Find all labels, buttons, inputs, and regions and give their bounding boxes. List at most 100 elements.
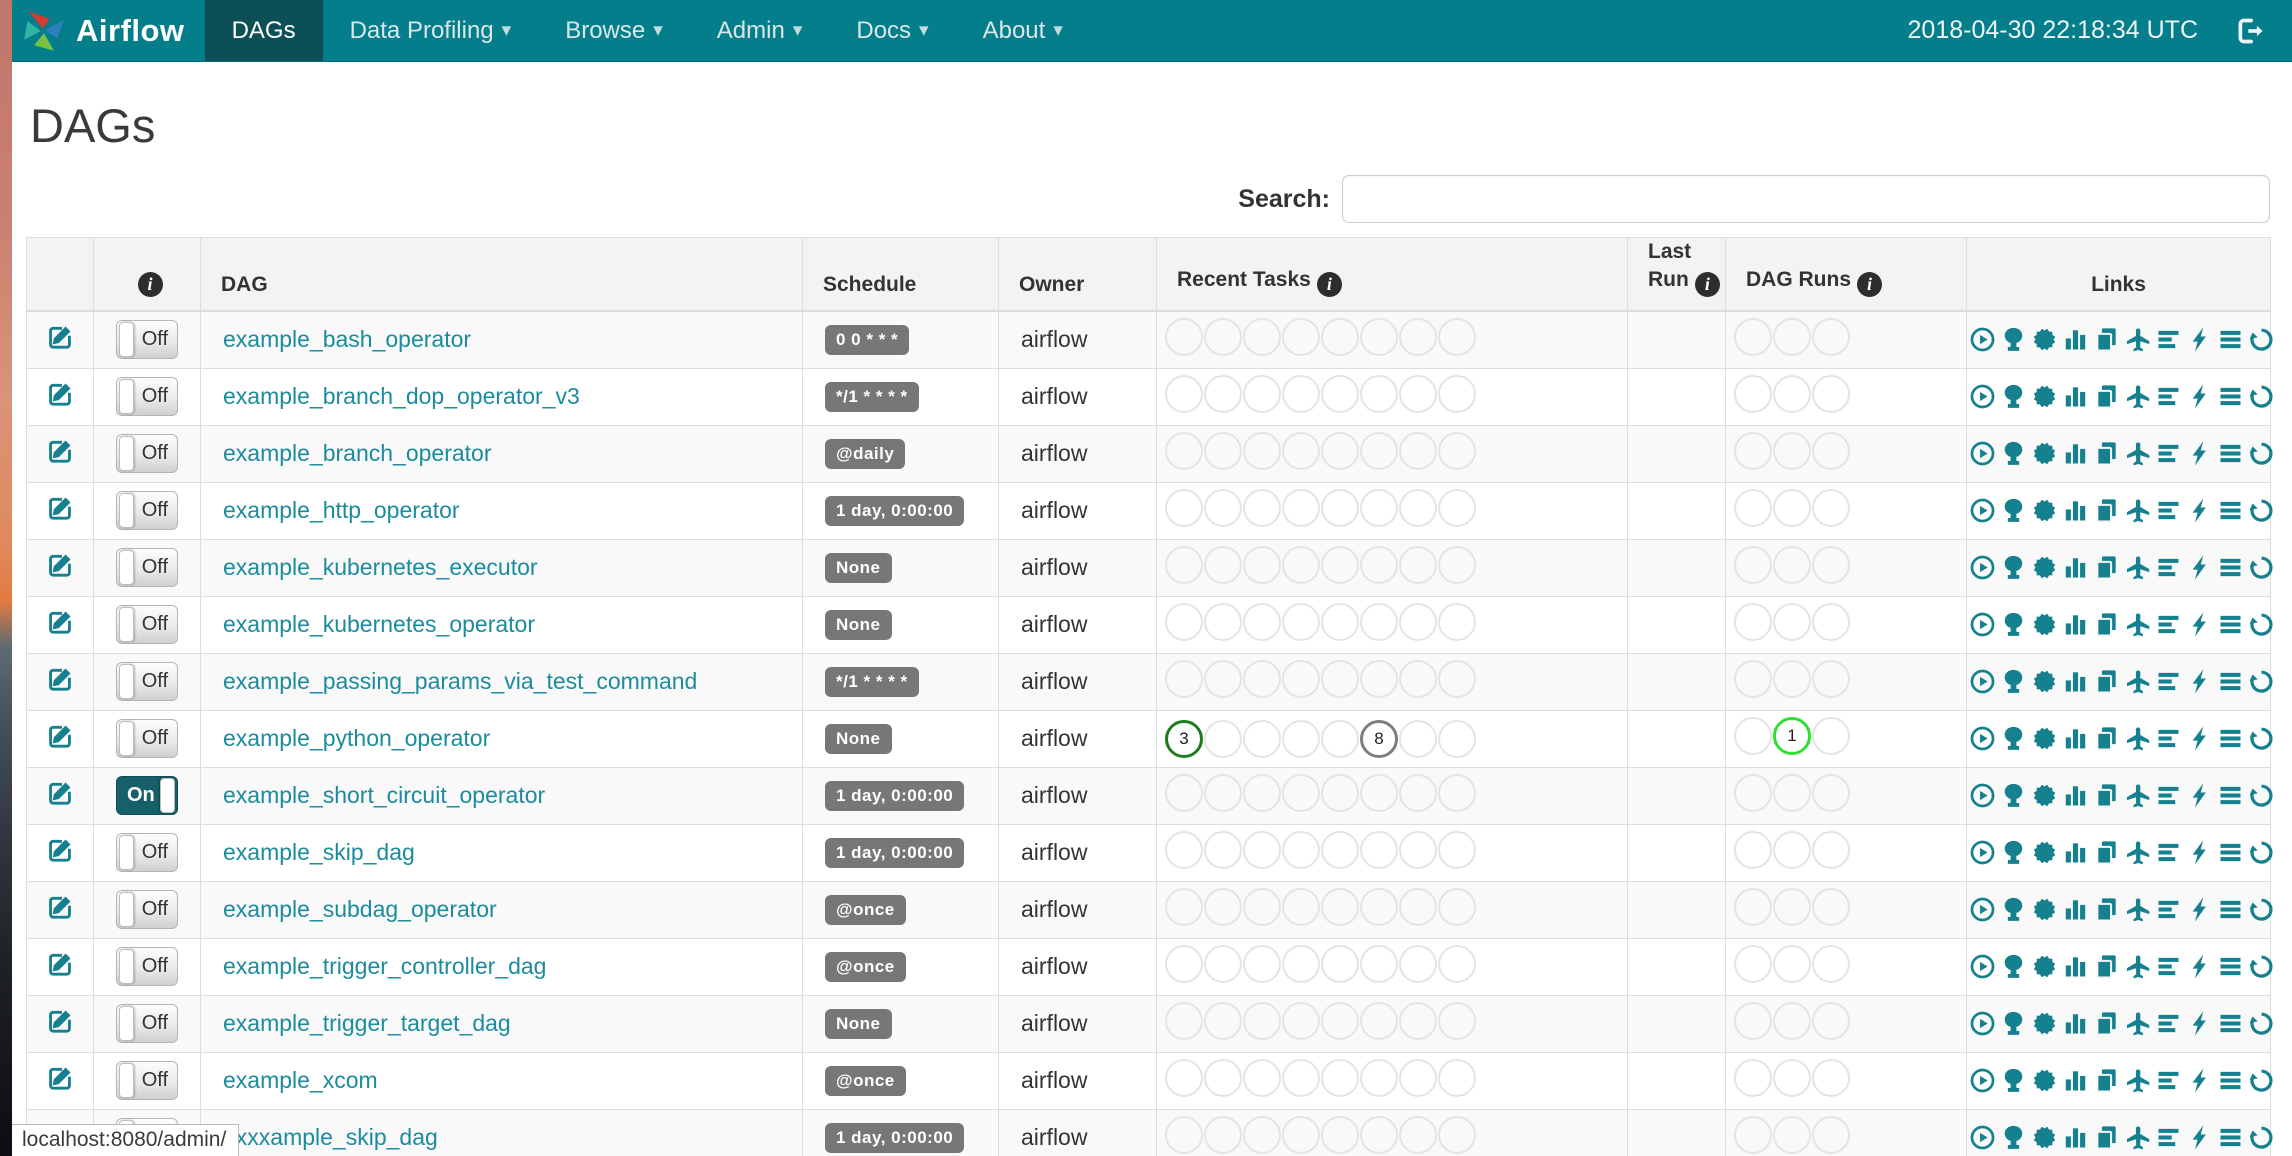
tree-view-icon[interactable] [2000, 725, 2027, 752]
task-state-circle[interactable] [1282, 1002, 1320, 1040]
dag-link[interactable]: example_kubernetes_operator [223, 611, 535, 637]
landing-times-icon[interactable] [2124, 326, 2151, 353]
header-dag[interactable]: DAG [200, 237, 803, 312]
dag-link[interactable]: example_skip_dag [223, 839, 415, 865]
trigger-dag-icon[interactable] [1969, 953, 1996, 980]
graph-view-icon[interactable] [2031, 896, 2058, 923]
landing-times-icon[interactable] [2124, 1010, 2151, 1037]
landing-times-icon[interactable] [2124, 782, 2151, 809]
gantt-icon[interactable] [2155, 326, 2182, 353]
header-schedule[interactable]: Schedule [802, 237, 999, 312]
gantt-icon[interactable] [2155, 554, 2182, 581]
dag-link[interactable]: example_trigger_target_dag [223, 1010, 511, 1036]
task-state-circle[interactable] [1243, 603, 1281, 641]
trigger-dag-icon[interactable] [1969, 782, 1996, 809]
task-state-circle[interactable] [1282, 945, 1320, 983]
task-state-circle[interactable] [1438, 1116, 1476, 1154]
edit-dag-icon[interactable] [45, 436, 75, 466]
task-state-circle[interactable] [1282, 603, 1320, 641]
dag-pause-toggle[interactable]: Off [116, 890, 178, 929]
logs-icon[interactable] [2217, 782, 2244, 809]
refresh-icon[interactable] [2248, 1010, 2275, 1037]
code-view-icon[interactable] [2186, 896, 2213, 923]
refresh-icon[interactable] [2248, 326, 2275, 353]
tree-view-icon[interactable] [2000, 668, 2027, 695]
edit-dag-icon[interactable] [45, 664, 75, 694]
task-tries-icon[interactable] [2093, 497, 2120, 524]
task-state-circle[interactable] [1243, 831, 1281, 869]
task-tries-icon[interactable] [2093, 1067, 2120, 1094]
task-duration-icon[interactable] [2062, 839, 2089, 866]
task-state-circle[interactable] [1282, 719, 1320, 758]
graph-view-icon[interactable] [2031, 668, 2058, 695]
dag-run-state-circle[interactable] [1812, 660, 1850, 698]
dag-link[interactable]: example_branch_dop_operator_v3 [223, 383, 580, 409]
edit-dag-icon[interactable] [45, 607, 75, 637]
task-state-circle[interactable] [1165, 774, 1203, 812]
refresh-icon[interactable] [2248, 953, 2275, 980]
task-state-circle[interactable] [1204, 774, 1242, 812]
gantt-icon[interactable] [2155, 896, 2182, 923]
dag-run-state-circle[interactable] [1734, 603, 1772, 641]
info-icon[interactable] [1316, 272, 1342, 297]
dag-run-state-circle[interactable] [1812, 546, 1850, 584]
landing-times-icon[interactable] [2124, 668, 2151, 695]
task-state-circle[interactable] [1243, 660, 1281, 698]
dag-pause-toggle[interactable]: Off [116, 434, 178, 473]
task-state-circle[interactable] [1399, 1059, 1437, 1097]
dag-pause-toggle[interactable]: Off [116, 1061, 178, 1100]
refresh-icon[interactable] [2248, 896, 2275, 923]
task-state-circle[interactable] [1321, 945, 1359, 983]
dag-run-state-circle[interactable] [1734, 888, 1772, 926]
task-state-circle[interactable]: 8 [1360, 719, 1398, 758]
task-state-circle[interactable] [1360, 375, 1398, 413]
task-state-circle[interactable] [1204, 603, 1242, 641]
landing-times-icon[interactable] [2124, 896, 2151, 923]
graph-view-icon[interactable] [2031, 839, 2058, 866]
task-duration-icon[interactable] [2062, 668, 2089, 695]
task-state-circle[interactable] [1399, 489, 1437, 527]
task-state-circle[interactable] [1321, 831, 1359, 869]
task-state-circle[interactable] [1165, 375, 1203, 413]
info-icon[interactable] [1857, 272, 1882, 297]
edit-dag-icon[interactable] [45, 835, 75, 865]
task-state-circle[interactable] [1282, 660, 1320, 698]
task-state-circle[interactable] [1243, 945, 1281, 983]
trigger-dag-icon[interactable] [1969, 839, 1996, 866]
task-state-circle[interactable] [1243, 375, 1281, 413]
dag-run-state-circle[interactable] [1812, 603, 1850, 641]
task-state-circle[interactable] [1360, 1116, 1398, 1154]
task-state-circle[interactable] [1243, 1059, 1281, 1097]
graph-view-icon[interactable] [2031, 497, 2058, 524]
dag-run-state-circle[interactable] [1773, 1059, 1811, 1097]
trigger-dag-icon[interactable] [1969, 554, 1996, 581]
gantt-icon[interactable] [2155, 782, 2182, 809]
edit-dag-icon[interactable] [45, 379, 75, 409]
task-state-circle[interactable] [1243, 888, 1281, 926]
task-state-circle[interactable] [1438, 660, 1476, 698]
graph-view-icon[interactable] [2031, 953, 2058, 980]
dag-run-state-circle[interactable] [1812, 945, 1850, 983]
task-tries-icon[interactable] [2093, 440, 2120, 467]
dag-run-state-circle[interactable] [1734, 1002, 1772, 1040]
trigger-dag-icon[interactable] [1969, 1067, 1996, 1094]
dag-link[interactable]: example_bash_operator [223, 326, 471, 352]
dag-run-state-circle[interactable] [1773, 318, 1811, 357]
dag-pause-toggle[interactable]: Off [116, 1004, 178, 1043]
task-state-circle[interactable] [1321, 546, 1359, 584]
task-state-circle[interactable] [1165, 432, 1203, 470]
gantt-icon[interactable] [2155, 440, 2182, 467]
tree-view-icon[interactable] [2000, 1067, 2027, 1094]
dag-pause-toggle[interactable]: Off [116, 548, 178, 587]
task-state-circle[interactable] [1360, 603, 1398, 641]
refresh-icon[interactable] [2248, 725, 2275, 752]
graph-view-icon[interactable] [2031, 1010, 2058, 1037]
task-state-circle[interactable] [1438, 945, 1476, 983]
task-state-circle[interactable] [1360, 318, 1398, 357]
task-duration-icon[interactable] [2062, 440, 2089, 467]
dag-run-state-circle[interactable] [1734, 375, 1772, 413]
landing-times-icon[interactable] [2124, 611, 2151, 638]
dag-run-state-circle[interactable] [1734, 660, 1772, 698]
trigger-dag-icon[interactable] [1969, 497, 1996, 524]
dag-run-state-circle[interactable] [1773, 375, 1811, 413]
